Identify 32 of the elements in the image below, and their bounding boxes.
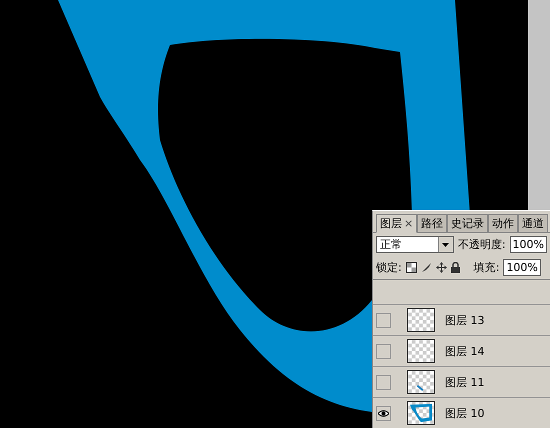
opacity-field[interactable]: 100%: [510, 236, 547, 253]
layer-name: 图层 13: [445, 312, 484, 328]
layer-thumbnail: [407, 339, 435, 363]
layer-name: 图层 10: [445, 406, 484, 420]
layer-name: 图层 11: [445, 374, 484, 390]
brush-icon[interactable]: [420, 262, 432, 273]
eye-icon[interactable]: [376, 406, 391, 420]
caret-icon: [442, 242, 450, 246]
panel-tab[interactable]: 史记录: [447, 214, 488, 233]
layer-row[interactable]: 图层 11: [373, 366, 550, 397]
layer-row[interactable]: 图层 14: [373, 335, 550, 366]
lock-label: 锁定:: [376, 260, 402, 275]
lock-icon[interactable]: [450, 262, 460, 273]
panel-tab[interactable]: 图层 ×: [376, 214, 418, 233]
opacity-label: 不透明度:: [458, 237, 506, 252]
panel-tab[interactable]: 路径: [417, 214, 448, 233]
layer-thumbnail: [407, 401, 435, 425]
blend-mode-dropdown[interactable]: 正常: [376, 236, 454, 253]
layer-thumbnail: [407, 308, 435, 332]
layer-row[interactable]: 图层 13: [373, 304, 550, 335]
panel-tab[interactable]: 通道: [518, 214, 548, 233]
move-icon[interactable]: [436, 262, 447, 273]
fill-label: 填充:: [474, 260, 500, 275]
visibility-toggle[interactable]: [376, 344, 391, 358]
visibility-toggle[interactable]: [376, 374, 391, 390]
layer-row[interactable]: 图层 10: [373, 397, 550, 428]
fill-field[interactable]: 100%: [503, 259, 541, 276]
layer-thumbnail: [407, 370, 435, 394]
transparency-lock-icon[interactable]: [406, 262, 417, 273]
visibility-toggle[interactable]: [376, 312, 391, 328]
panel-tab[interactable]: 动作: [488, 214, 518, 233]
layer-name: 图层 14: [445, 344, 484, 358]
